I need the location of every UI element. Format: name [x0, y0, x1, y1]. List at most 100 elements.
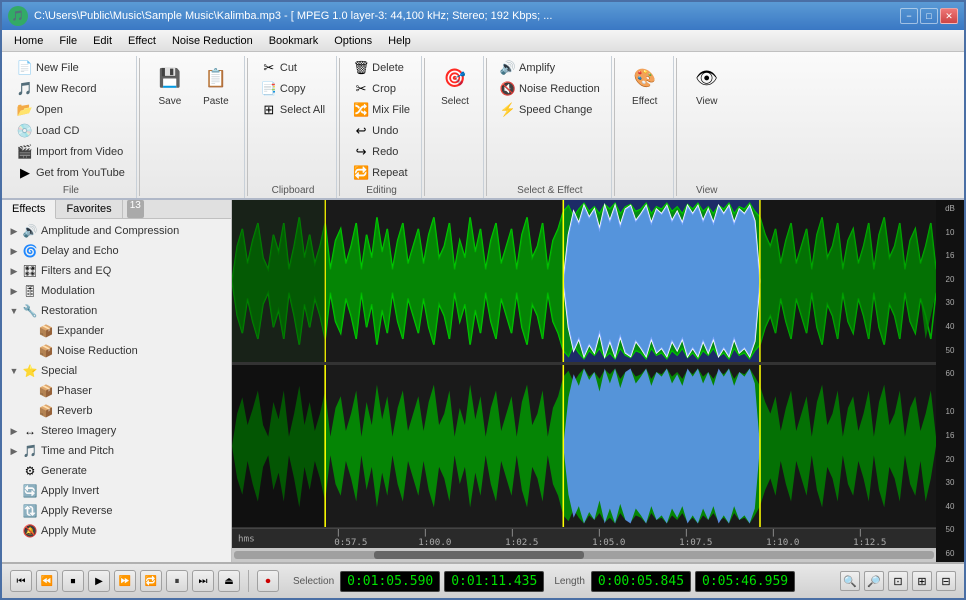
db-scale: dB 10 16 20 30 40 50 60 10 16 20 30 40 5…	[936, 200, 964, 562]
ribbon-btn-import-from-video[interactable]: 🎬Import from Video	[12, 142, 130, 162]
tab-effects[interactable]: Effects	[2, 200, 56, 219]
effects-tree: ▶🔊Amplitude and Compression▶🌀Delay and E…	[2, 219, 231, 562]
tree-expand-0[interactable]: ▶	[8, 225, 20, 237]
zoom-out-button[interactable]: 🔎	[864, 571, 884, 591]
menu-item-bookmark[interactable]: Bookmark	[261, 33, 327, 49]
ribbon-btn-select[interactable]: 🎯Select	[433, 58, 477, 111]
ribbon-btn-select-all[interactable]: ⊞Select All	[256, 100, 330, 120]
pause-button[interactable]: ⏸	[166, 570, 188, 592]
menu-item-edit[interactable]: Edit	[85, 33, 120, 49]
play-button[interactable]: ▶	[88, 570, 110, 592]
tree-label-3: Modulation	[41, 285, 95, 297]
total-time[interactable]: 0:05:46.959	[695, 571, 795, 592]
tree-expand-2[interactable]: ▶	[8, 265, 20, 277]
ribbon-btn-effect[interactable]: 🎨Effect	[623, 58, 667, 111]
menu-item-options[interactable]: Options	[326, 33, 380, 49]
maximize-button[interactable]: □	[920, 8, 938, 24]
fast-forward-button[interactable]: ⏩	[114, 570, 136, 592]
ribbon-btn-amplify[interactable]: 🔊Amplify	[495, 58, 605, 78]
ribbon-btn-delete[interactable]: 🗑Delete	[348, 58, 415, 78]
ribbon-btn-cut[interactable]: ✂Cut	[256, 58, 330, 78]
menu-item-effect[interactable]: Effect	[120, 33, 164, 49]
ribbon-separator-6	[676, 58, 677, 196]
tree-expand-1[interactable]: ▶	[8, 245, 20, 257]
next-button[interactable]: ⏭	[192, 570, 214, 592]
ribbon-separator-2	[339, 58, 340, 196]
tree-item-8[interactable]: 📦Phaser	[2, 381, 231, 401]
record-button[interactable]: ⏺	[257, 570, 279, 592]
svg-text:1:10.0: 1:10.0	[766, 538, 799, 548]
close-button[interactable]: ✕	[940, 8, 958, 24]
tree-item-13[interactable]: 🔄Apply Invert	[2, 481, 231, 501]
tree-item-14[interactable]: 🔃Apply Reverse	[2, 501, 231, 521]
tree-icon-15: 🔕	[22, 523, 38, 539]
tree-expand-11[interactable]: ▶	[8, 445, 20, 457]
loop-button[interactable]: 🔁	[140, 570, 162, 592]
tab-favorites[interactable]: Favorites	[56, 200, 122, 218]
menu-item-noise-reduction[interactable]: Noise Reduction	[164, 33, 261, 49]
ribbon-btn-get-from-youtube[interactable]: ▶Get from YouTube	[12, 163, 130, 183]
ribbon-btn-speed-change[interactable]: ⚡Speed Change	[495, 100, 605, 120]
waveform-track-2[interactable]	[232, 365, 936, 528]
selection-start[interactable]: 0:01:05.590	[340, 571, 440, 592]
ribbon-btn-copy[interactable]: 📑Copy	[256, 79, 330, 99]
ribbon-btn-load-cd[interactable]: 💿Load CD	[12, 121, 130, 141]
zoom-all-button[interactable]: ⊟	[936, 571, 956, 591]
tree-item-2[interactable]: ▶🎛Filters and EQ	[2, 261, 231, 281]
ribbon-btn-view[interactable]: 👁View	[685, 58, 729, 111]
menu-item-file[interactable]: File	[51, 33, 85, 49]
tree-label-10: Stereo Imagery	[41, 425, 116, 437]
ribbon-btn-crop[interactable]: ✂Crop	[348, 79, 415, 99]
selection-end[interactable]: 0:01:11.435	[444, 571, 544, 592]
ribbon-btn-paste[interactable]: 📋Paste	[194, 58, 238, 111]
tree-icon-14: 🔃	[22, 503, 38, 519]
ribbon-group-5: 🔊Amplify🔇Noise Reduction⚡Speed ChangeSel…	[489, 56, 612, 198]
menu-item-help[interactable]: Help	[380, 33, 419, 49]
ribbon-group-1: 💾Save📋Paste	[142, 56, 245, 198]
tree-item-10[interactable]: ▶↔Stereo Imagery	[2, 421, 231, 441]
menu-item-home[interactable]: Home	[6, 33, 51, 49]
zoom-fit-button[interactable]: ⊡	[888, 571, 908, 591]
ribbon: 📄New File🎵New Record📂Open💿Load CD🎬Import…	[2, 52, 964, 200]
window-title: C:\Users\Public\Music\Sample Music\Kalim…	[34, 10, 552, 22]
ribbon-btn-repeat[interactable]: 🔁Repeat	[348, 163, 415, 183]
ribbon-btn-open[interactable]: 📂Open	[12, 100, 130, 120]
zoom-select-button[interactable]: ⊞	[912, 571, 932, 591]
main-area: Effects Favorites 13 ▶🔊Amplitude and Com…	[2, 200, 964, 562]
minimize-button[interactable]: −	[900, 8, 918, 24]
length-value[interactable]: 0:00:05.845	[591, 571, 691, 592]
ribbon-btn-mix-file[interactable]: 🔀Mix File	[348, 100, 415, 120]
ribbon-btn-new-record[interactable]: 🎵New Record	[12, 79, 130, 99]
tree-item-1[interactable]: ▶🌀Delay and Echo	[2, 241, 231, 261]
eject-button[interactable]: ⏏	[218, 570, 240, 592]
tree-expand-4[interactable]: ▼	[8, 305, 20, 317]
ribbon-btn-undo[interactable]: ↩Undo	[348, 121, 415, 141]
tree-item-9[interactable]: 📦Reverb	[2, 401, 231, 421]
tree-item-0[interactable]: ▶🔊Amplitude and Compression	[2, 221, 231, 241]
waveform-track-1[interactable]	[232, 200, 936, 363]
ribbon-btn-new-file[interactable]: 📄New File	[12, 58, 130, 78]
rewind-start-button[interactable]: ⏮	[10, 570, 32, 592]
ribbon-separator-1	[247, 58, 248, 196]
tree-expand-3[interactable]: ▶	[8, 285, 20, 297]
tree-item-6[interactable]: 📦Noise Reduction	[2, 341, 231, 361]
tree-expand-7[interactable]: ▼	[8, 365, 20, 377]
rewind-button[interactable]: ⏪	[36, 570, 58, 592]
tree-item-12[interactable]: ⚙Generate	[2, 461, 231, 481]
stop-button[interactable]: ⏹	[62, 570, 84, 592]
tree-label-0: Amplitude and Compression	[41, 225, 179, 237]
tree-item-7[interactable]: ▼⭐Special	[2, 361, 231, 381]
ribbon-btn-redo[interactable]: ↪Redo	[348, 142, 415, 162]
ribbon-btn-save[interactable]: 💾Save	[148, 58, 192, 111]
tree-item-5[interactable]: 📦Expander	[2, 321, 231, 341]
tree-expand-10[interactable]: ▶	[8, 425, 20, 437]
ribbon-btn-noise-reduction[interactable]: 🔇Noise Reduction	[495, 79, 605, 99]
tree-item-3[interactable]: ▶🎚Modulation	[2, 281, 231, 301]
tree-item-15[interactable]: 🔕Apply Mute	[2, 521, 231, 541]
tree-expand-15	[8, 525, 20, 537]
tree-icon-12: ⚙	[22, 463, 38, 479]
tree-label-1: Delay and Echo	[41, 245, 119, 257]
tree-item-11[interactable]: ▶🎵Time and Pitch	[2, 441, 231, 461]
tree-item-4[interactable]: ▼🔧Restoration	[2, 301, 231, 321]
zoom-in-button[interactable]: 🔍	[840, 571, 860, 591]
